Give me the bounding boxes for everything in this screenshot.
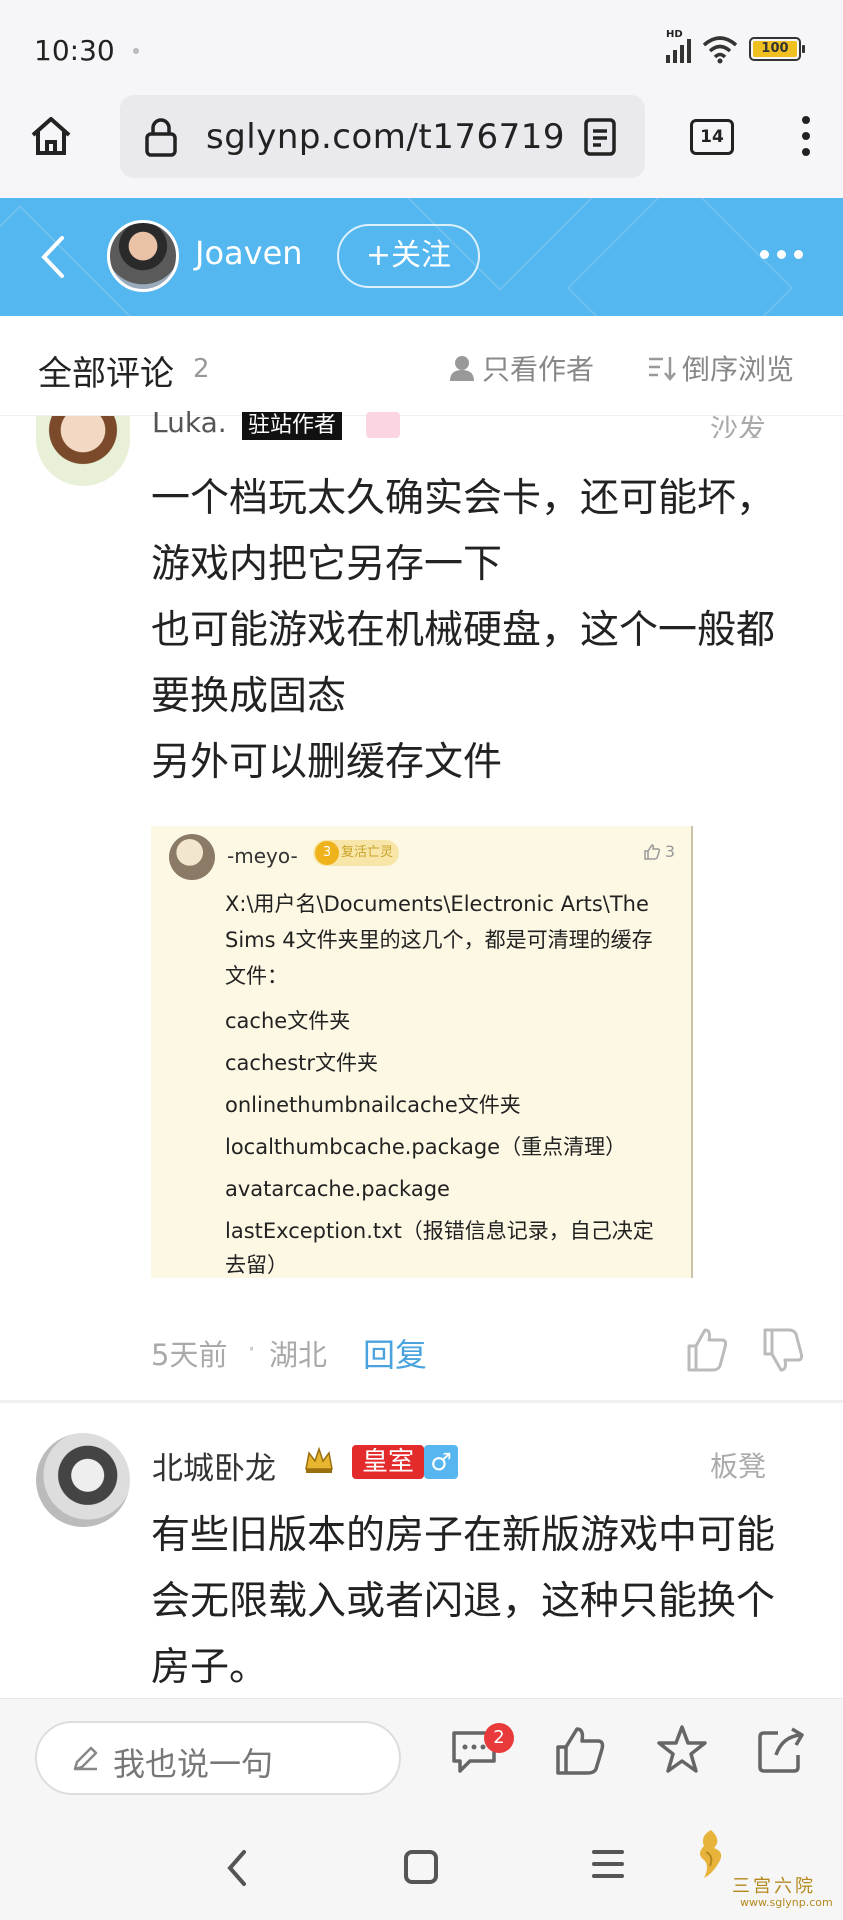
comment-meta: 5天前 · 湖北 回复 [151, 1326, 811, 1376]
embed-line: localthumbcache.package（重点清理） [225, 1135, 627, 1159]
comment-body: 有些旧版本的房子在新版游戏中可能会无限载入或者闪退，这种只能换个房子。 [151, 1513, 776, 1690]
signal-hd-label: HD [666, 29, 683, 40]
url-text[interactable]: sglynp.com/t176719 [206, 117, 565, 157]
back-icon[interactable] [222, 1846, 252, 1890]
status-bar: 10:30 HD 100 [0, 0, 843, 95]
owner-badge: 驻站作者 [242, 412, 343, 440]
author-only-toggle[interactable]: 只看作者 [448, 348, 594, 388]
status-time: 10:30 [34, 34, 115, 67]
user-avatar[interactable] [36, 1433, 130, 1527]
comments-title: 全部评论 [38, 354, 174, 394]
user-name[interactable]: 北城卧龙 [152, 1443, 276, 1488]
pencil-icon [73, 1746, 98, 1771]
follow-button[interactable]: +关注 [337, 224, 480, 288]
comment-body: 一个档玩太久确实会卡，还可能坏，游戏内把它另存一下 也可能游戏在机械硬盘，这个一… [151, 466, 801, 796]
comment-input[interactable]: 我也说一句 [35, 1721, 401, 1795]
watermark-emblem [700, 1830, 722, 1878]
author-only-label: 只看作者 [482, 353, 595, 386]
crown-icon [305, 1446, 333, 1473]
royal-badge: 皇室 [352, 1445, 425, 1479]
sort-icon [649, 357, 676, 381]
input-placeholder: 我也说一句 [113, 1745, 274, 1783]
author-name[interactable]: Joaven [195, 234, 303, 272]
floor-label: 沙发 [710, 413, 767, 438]
comment-location: 湖北 [269, 1338, 328, 1372]
embed-line: cachestr文件夹 [225, 1051, 378, 1075]
embed-user-name: -meyo- [227, 844, 298, 868]
gender-badge: ♂ [424, 1445, 458, 1479]
back-icon[interactable] [38, 234, 68, 280]
system-nav-bar: 三宫六院 www.sglynp.com [0, 1820, 843, 1920]
reader-mode-icon[interactable] [583, 117, 617, 157]
browser-toolbar: sglynp.com/t176719 14 [0, 95, 843, 198]
watermark-title: 三宫六院 [732, 1876, 816, 1897]
thumb-up-icon [644, 843, 660, 860]
embed-avatar [169, 834, 215, 880]
author-avatar[interactable] [107, 220, 179, 292]
thumb-down-icon[interactable] [761, 1326, 805, 1374]
embed-line: lastException.txt（报错信息记录，自己决定去留） [225, 1219, 654, 1277]
user-icon [450, 356, 474, 381]
signal-icon: HD [666, 29, 691, 63]
comments-count: 2 [193, 354, 210, 384]
more-vertical-icon[interactable] [796, 113, 816, 161]
notification-dot [133, 48, 139, 54]
embed-body: X:\用户名\Documents\Electronic Arts\The Sim… [225, 886, 665, 1290]
thumb-up-icon[interactable] [550, 1721, 610, 1781]
star-icon[interactable] [652, 1721, 712, 1781]
embed-badge-label: 复活亡灵 [341, 845, 394, 860]
gender-badge [366, 412, 400, 438]
floor-label: 板凳 [710, 1450, 767, 1483]
lock-icon[interactable] [144, 117, 178, 157]
share-icon[interactable] [752, 1721, 812, 1781]
tabs-button[interactable]: 14 [690, 119, 734, 155]
reply-button[interactable]: 回复 [363, 1330, 427, 1376]
thread-header: Joaven +关注 [0, 198, 843, 316]
embed-like-count: 3 [643, 842, 675, 861]
user-name[interactable]: Luka. [152, 406, 227, 438]
watermark-url: www.sglynp.com [740, 1896, 833, 1909]
status-icons: HD 100 [666, 29, 805, 64]
reverse-order-toggle[interactable]: 倒序浏览 [646, 348, 794, 388]
embed-line: avatarcache.package [225, 1177, 450, 1201]
comment-count-badge: 2 [484, 1723, 514, 1753]
comment-paragraph: 一个档玩太久确实会卡，还可能坏，游戏内把它另存一下 [151, 476, 776, 587]
home-button[interactable] [404, 1850, 438, 1884]
more-horizontal-icon[interactable] [760, 250, 803, 259]
bottom-action-bar: 我也说一句 2 [0, 1698, 843, 1820]
battery-level: 100 [753, 41, 797, 57]
embed-level: 3 [315, 841, 339, 865]
embed-line: onlinethumbnailcache文件夹 [225, 1093, 521, 1117]
embed-level-badge: 3 复活亡灵 [313, 840, 399, 866]
home-icon[interactable] [28, 113, 74, 159]
embed-line: cache文件夹 [225, 1009, 351, 1033]
user-avatar[interactable] [36, 416, 130, 486]
battery-icon: 100 [749, 37, 805, 61]
embed-likes: 3 [664, 842, 675, 861]
site-watermark: 三宫六院 www.sglynp.com [690, 1826, 833, 1916]
quoted-screenshot[interactable]: -meyo- 3 复活亡灵 3 X:\用户名\Documents\Electro… [151, 826, 693, 1278]
comment-paragraph: 也可能游戏在机械硬盘，这个一般都要换成固态 [151, 608, 776, 719]
comment-floor-1: Luka. 驻站作者 沙发 一个档玩太久确实会卡，还可能坏，游戏内把它另存一下 … [0, 406, 843, 1400]
embed-line: X:\用户名\Documents\Electronic Arts\The Sim… [225, 892, 653, 988]
wifi-icon [702, 36, 738, 64]
reverse-order-label: 倒序浏览 [682, 353, 795, 386]
comments-toolbar: 全部评论 2 只看作者 倒序浏览 [0, 316, 843, 416]
address-bar[interactable]: sglynp.com/t176719 [120, 95, 645, 178]
recents-button[interactable] [592, 1850, 624, 1884]
thumb-up-icon[interactable] [685, 1326, 729, 1374]
meta-separator: · [247, 1332, 257, 1366]
comment-time: 5天前 [151, 1338, 228, 1372]
comment-paragraph: 另外可以删缓存文件 [151, 740, 503, 785]
comment-floor-2: 北城卧龙 皇室 ♂ 板凳 有些旧版本的房子在新版游戏中可能会无限载入或者闪退，这… [0, 1403, 843, 1698]
